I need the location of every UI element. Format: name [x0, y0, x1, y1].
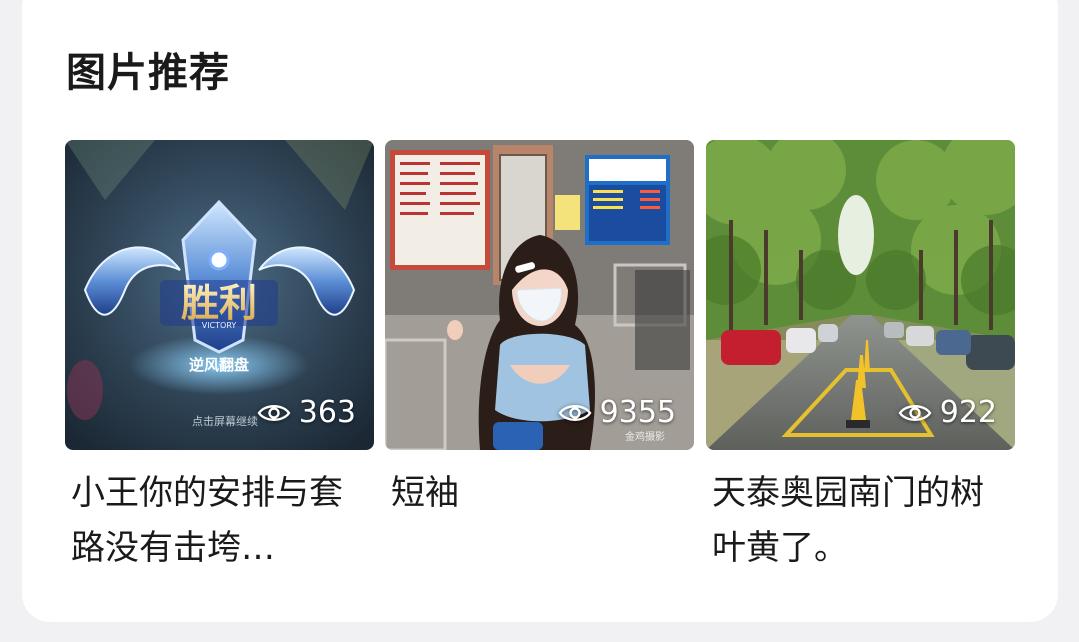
- view-count-text: 363: [298, 395, 356, 430]
- tile-caption[interactable]: 小王你的安排与套路没有击垮…: [65, 466, 361, 576]
- svg-text:点击屏幕继续: 点击屏幕继续: [192, 414, 258, 428]
- image-tile-1[interactable]: 胜利 VICTORY 逆风翻盘 点击屏幕继续 363 小王你的安排与套路没有击垮…: [65, 140, 374, 576]
- image-tile-2[interactable]: 金鸡摄影 9355 短袖: [385, 140, 694, 521]
- image-tile-3[interactable]: 922 天泰奥园南门的树叶黄了。: [706, 140, 1015, 576]
- tile-caption[interactable]: 天泰奥园南门的树叶黄了。: [706, 466, 1002, 576]
- section-title: 图片推荐: [66, 50, 230, 96]
- view-count: 9355: [558, 395, 676, 430]
- thumbnail-victory[interactable]: 胜利 VICTORY 逆风翻盘 点击屏幕继续 363: [65, 140, 374, 450]
- view-count: 922: [898, 395, 997, 430]
- eye-icon: [558, 404, 592, 421]
- eye-icon: [898, 404, 932, 421]
- thumbnail-restaurant[interactable]: 金鸡摄影 9355: [385, 140, 694, 450]
- view-count-text: 922: [939, 395, 997, 430]
- svg-text:VICTORY: VICTORY: [202, 321, 237, 330]
- view-count-text: 9355: [599, 395, 676, 430]
- victory-badge-text: 胜利: [181, 281, 257, 325]
- svg-text:金鸡摄影: 金鸡摄影: [625, 430, 665, 443]
- tile-caption[interactable]: 短袖: [385, 466, 681, 521]
- eye-icon: [257, 404, 291, 421]
- thumbnail-street[interactable]: 922: [706, 140, 1015, 450]
- view-count: 363: [257, 395, 356, 430]
- svg-text:逆风翻盘: 逆风翻盘: [189, 356, 249, 374]
